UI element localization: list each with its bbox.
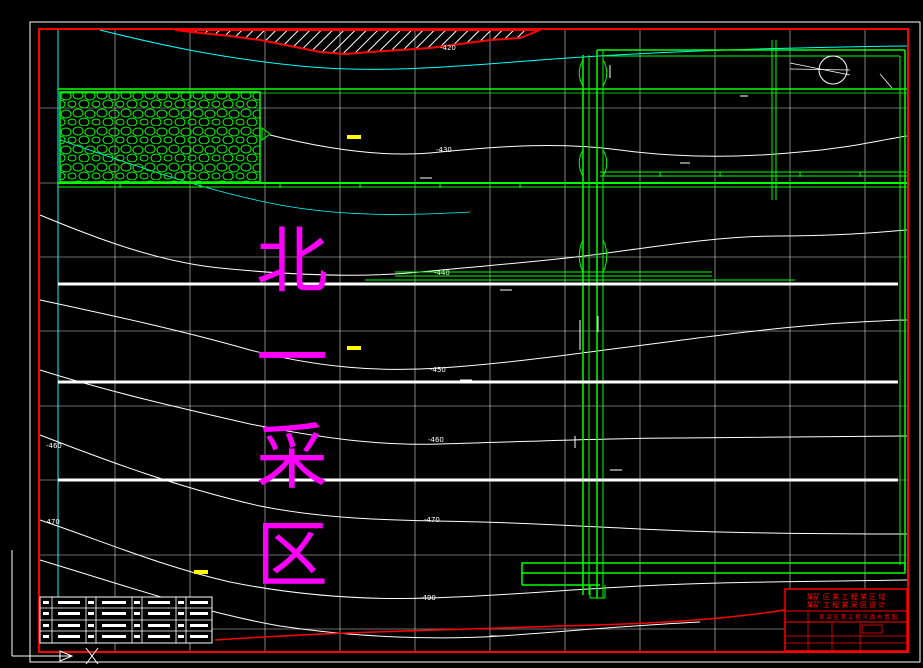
zone-label-char: 采 <box>256 415 328 499</box>
zone-label-char: 北 <box>256 219 328 303</box>
contour-label: -470 <box>44 518 60 526</box>
contour-label: -460 <box>46 442 62 450</box>
borehole-marker <box>194 570 208 574</box>
cad-drawing-canvas[interactable]: -420 -430 -440 -450 -460 -470 -490 -460 … <box>0 0 923 668</box>
gravel-zone-arrow <box>261 127 271 141</box>
title-block-line: 某矿 工 程 某 采 区 设 计 <box>807 600 886 609</box>
title-block-line: 某 采 区 某 工 程 平 面 布 置 图 <box>819 613 897 621</box>
contour-label: -490 <box>420 594 436 602</box>
zone-label: 北 一 采 区 <box>256 219 328 597</box>
contour-label: -430 <box>436 146 452 154</box>
zone-label-char: 区 <box>256 513 328 597</box>
contour-label: -450 <box>430 366 446 374</box>
contour-label: -420 <box>440 44 456 52</box>
title-block: 某矿 区 某 工 程 某 区 域 某矿 工 程 某 采 区 设 计 某 采 区 … <box>784 588 908 652</box>
borehole-marker <box>347 135 361 139</box>
gravel-zone <box>59 91 261 183</box>
zone-label-char: 一 <box>256 316 328 400</box>
contour-label: -470 <box>424 516 440 524</box>
title-block-line: 某矿 区 某 工 程 某 区 域 <box>807 592 886 601</box>
contour-label: -460 <box>428 436 444 444</box>
shaft-symbol <box>789 55 893 89</box>
boundary-bands <box>58 282 898 482</box>
hatched-outcrop <box>174 29 541 56</box>
borehole-marker <box>347 346 361 350</box>
survey-marks <box>420 65 748 637</box>
legend-table <box>39 596 213 644</box>
